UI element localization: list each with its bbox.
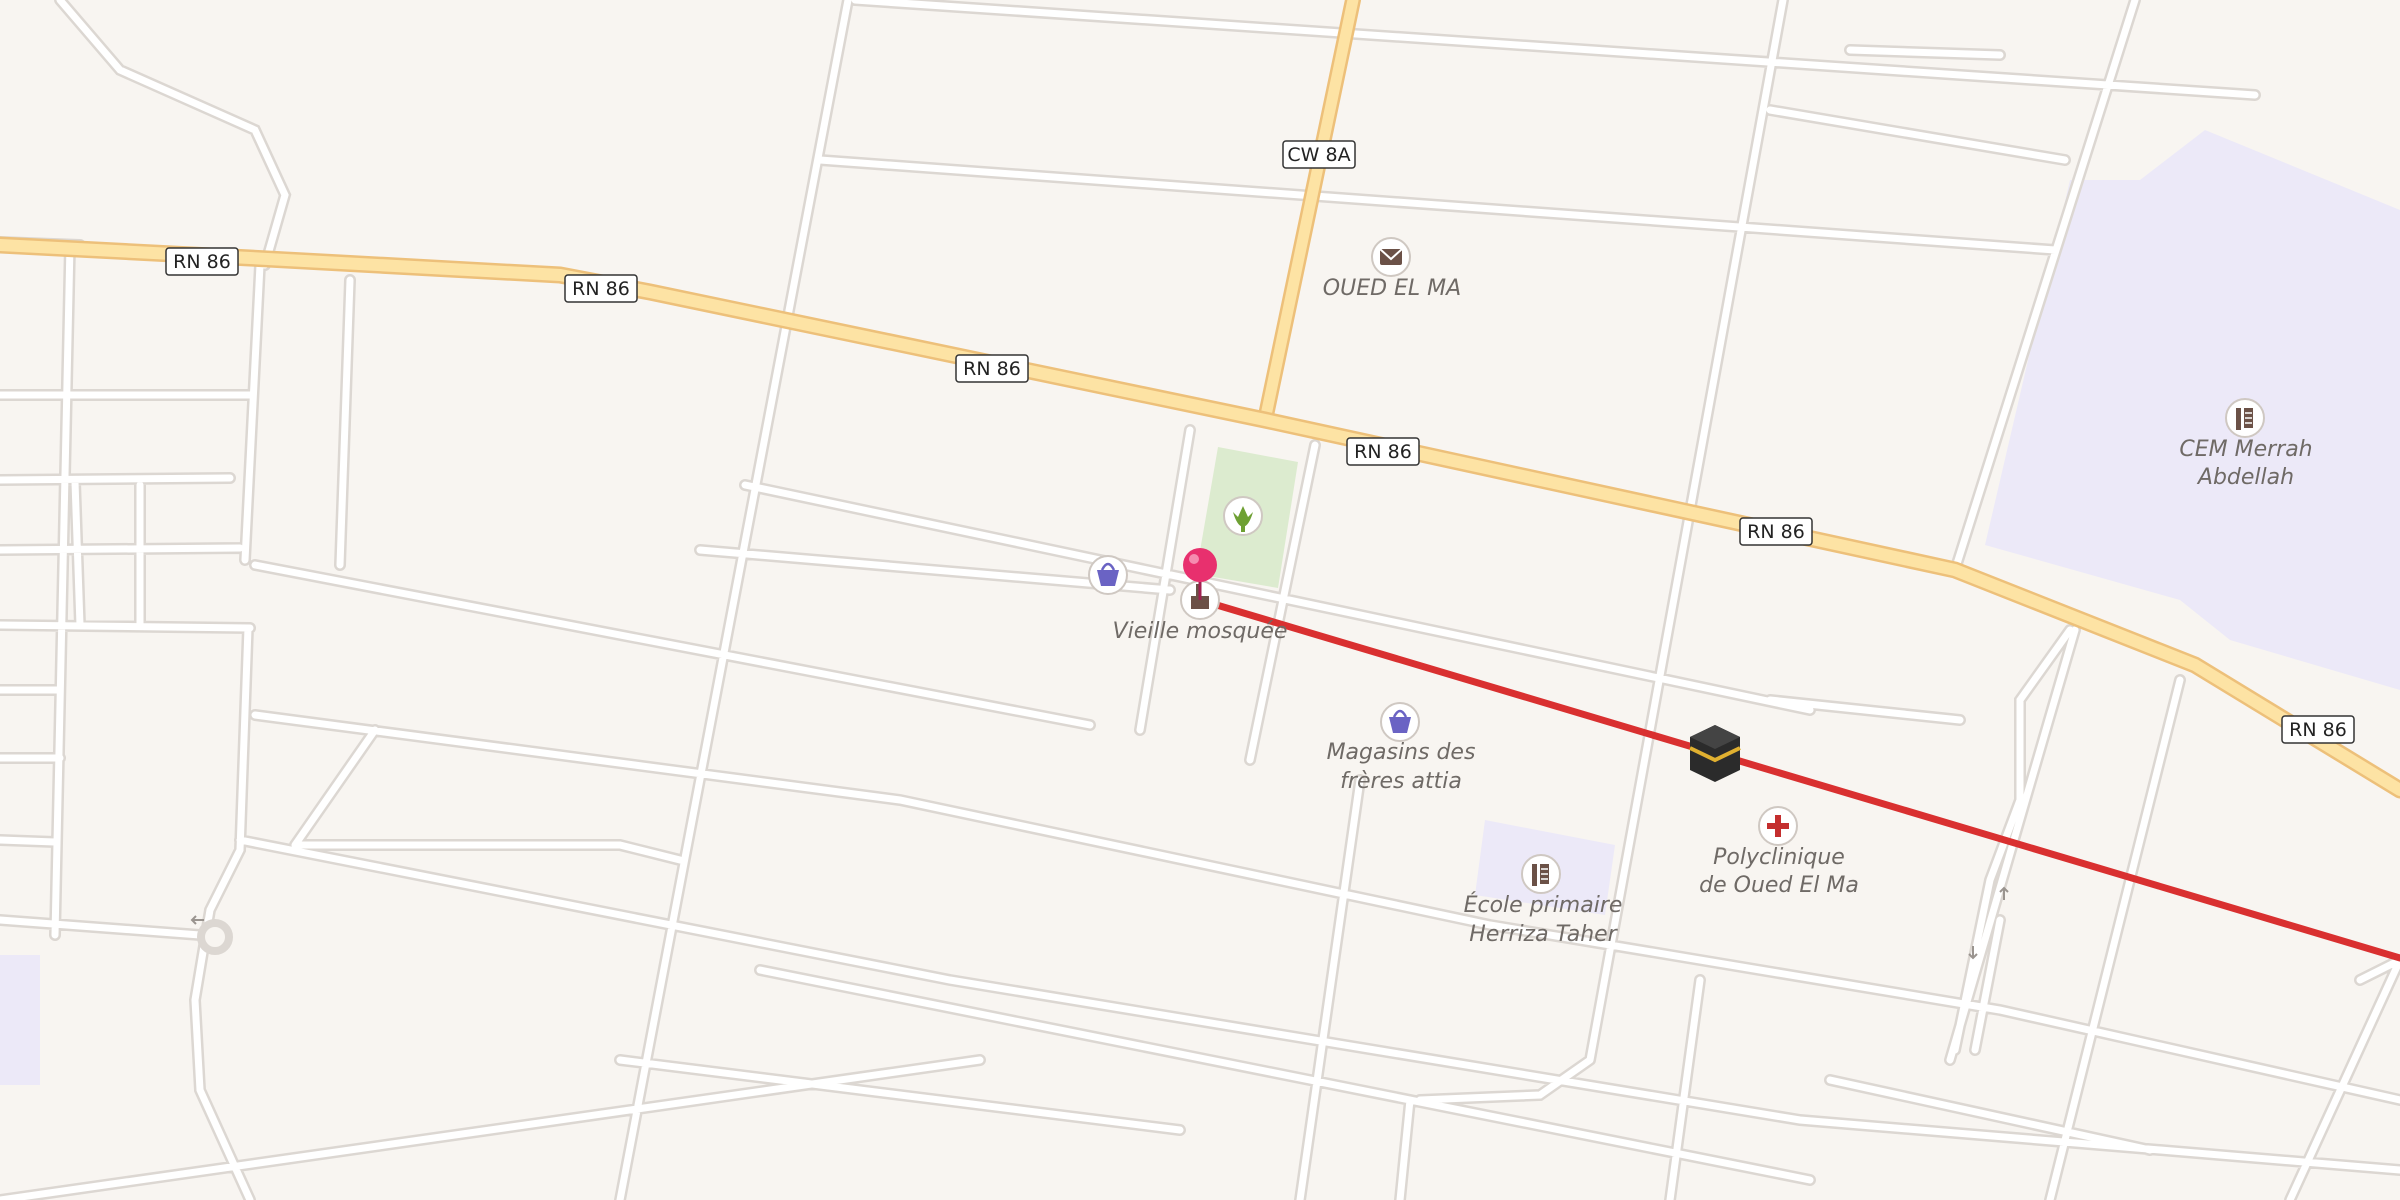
place-label-ecole-1: École primaire: [1464, 892, 1623, 918]
place-label-magasins-1: Magasins des: [1327, 740, 1476, 765]
road-shield-rn86-3: RN 86: [955, 354, 1029, 383]
roundabout: [197, 919, 233, 955]
road-shield-rn86-5: RN 86: [1739, 517, 1813, 546]
post-office-icon[interactable]: [1371, 237, 1411, 277]
place-label-cem-2: Abdellah: [2196, 465, 2294, 490]
one-way-arrows: [190, 886, 2009, 960]
garden-icon[interactable]: [1223, 496, 1263, 536]
shop-icon[interactable]: [1380, 702, 1420, 742]
svg-text:RN 86: RN 86: [963, 358, 1021, 380]
place-label-polyclinique-2: de Oued El Ma: [1699, 873, 1859, 898]
road-shield-rn86-6: RN 86: [2281, 715, 2355, 744]
place-label-ecole-2: Herriza Taher: [1469, 922, 1618, 947]
svg-text:RN 86: RN 86: [2289, 719, 2347, 741]
shop-icon[interactable]: [1088, 555, 1128, 595]
place-label-cem-1: CEM Merrah: [2179, 437, 2312, 462]
place-label-magasins-2: frères attia: [1340, 769, 1462, 794]
road-shield-rn86-4: RN 86: [1346, 437, 1420, 466]
school-icon[interactable]: [1521, 854, 1561, 894]
place-label-vieille-mosquee: Vieille mosquée: [1113, 619, 1288, 644]
road-shield-cw8a: CW 8A: [1282, 140, 1356, 169]
hospital-icon[interactable]: [1758, 806, 1798, 846]
road-shield-rn86-1: RN 86: [165, 247, 239, 276]
place-label-polyclinique-1: Polyclinique: [1713, 845, 1845, 870]
svg-text:RN 86: RN 86: [1354, 441, 1412, 463]
place-label-oued-el-ma: OUED EL MA: [1323, 276, 1461, 301]
svg-text:CW 8A: CW 8A: [1287, 144, 1350, 166]
school-icon[interactable]: [2225, 398, 2265, 438]
svg-text:RN 86: RN 86: [572, 278, 630, 300]
svg-text:RN 86: RN 86: [173, 251, 231, 273]
svg-text:RN 86: RN 86: [1747, 521, 1805, 543]
school-area-edge: [0, 955, 40, 1085]
map-canvas[interactable]: RN 86 RN 86 RN 86 RN 86 RN 86 RN 86 CW 8…: [0, 0, 2400, 1200]
kaaba-icon[interactable]: [1689, 725, 1741, 782]
road-shield-rn86-2: RN 86: [564, 274, 638, 303]
